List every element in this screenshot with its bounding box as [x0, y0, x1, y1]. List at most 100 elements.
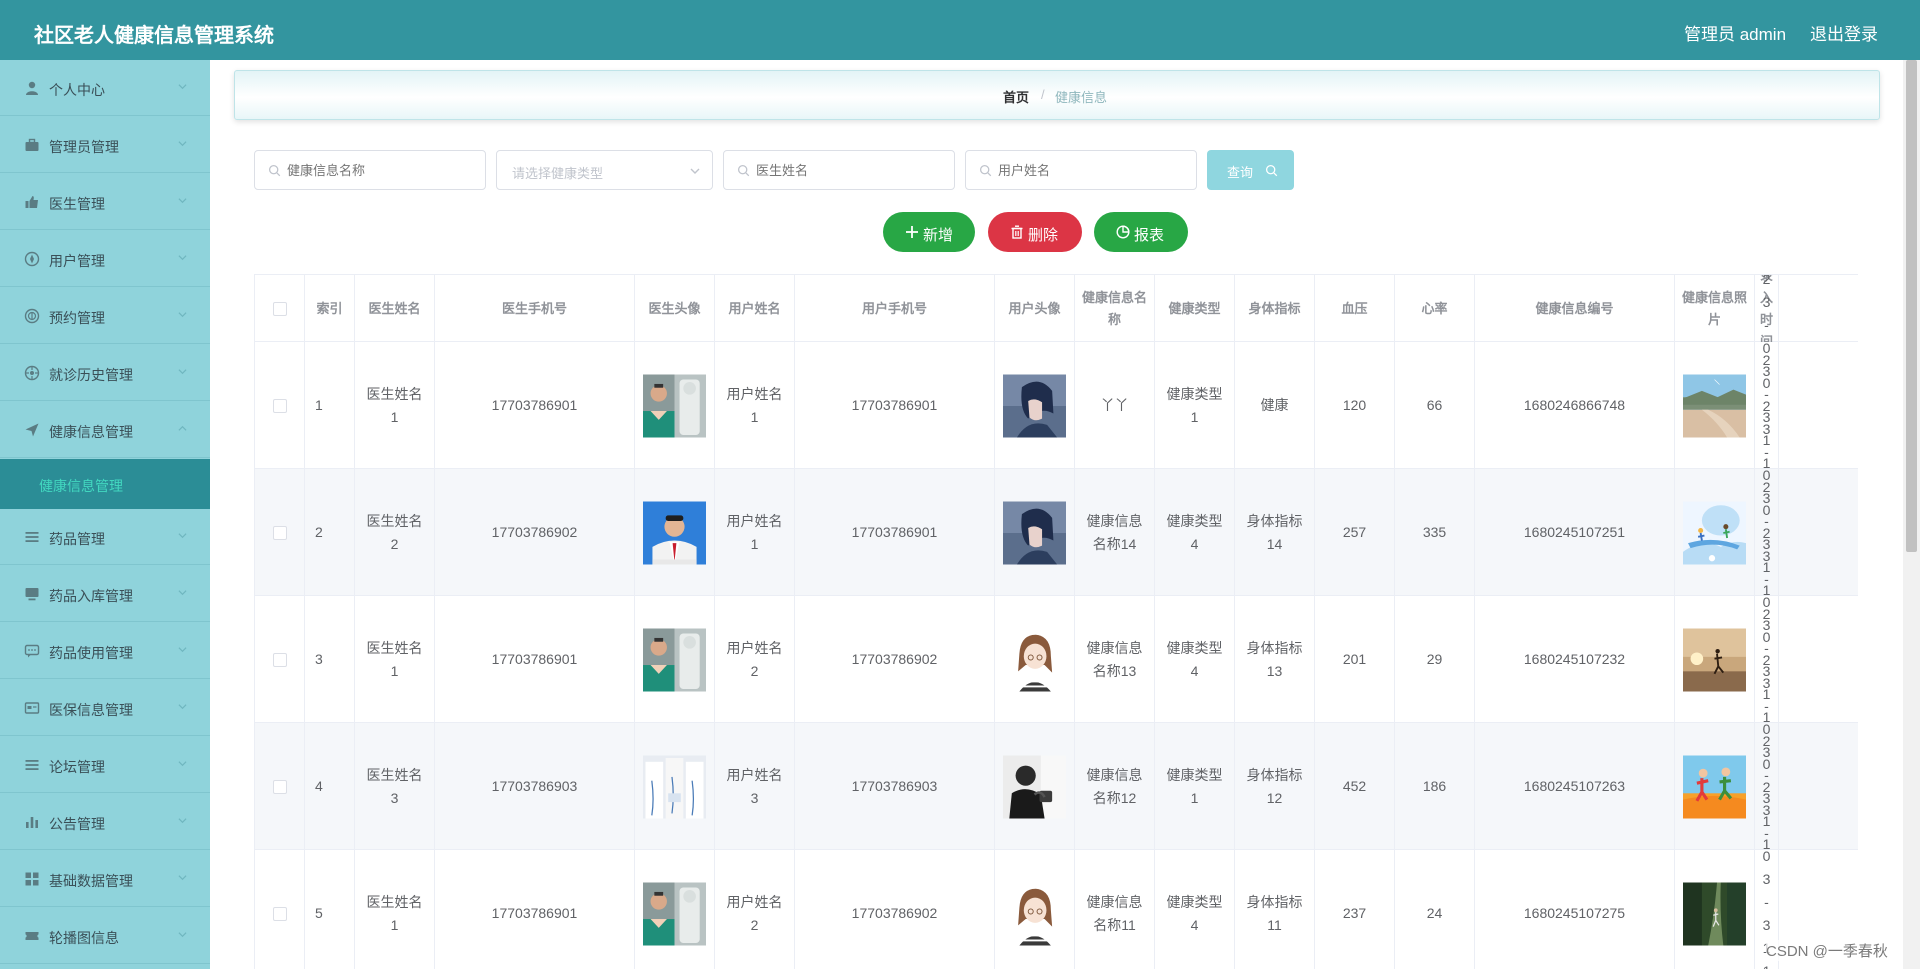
add-button[interactable]: 新增 [883, 212, 975, 252]
table-row[interactable]: 1 医生姓名1 17703786901 用户姓名1 17703786901 丫丫 健康类型1… [255, 275, 1858, 586]
sidebar-item[interactable]: 基础数据管理 [0, 851, 210, 907]
table-cell-user-name: 用户姓名2 [715, 850, 795, 969]
column-header[interactable]: 索引 [305, 275, 355, 342]
table-row[interactable]: 5 医生姓名1 17703786901 用户姓名2 17703786902 健康信息名称1… [255, 733, 1858, 969]
table-cell-info-no: 1680245107251 [1475, 469, 1675, 596]
table-cell-health-type: 健康类型4 [1155, 596, 1235, 723]
table-row[interactable]: 3 医生姓名1 17703786901 用户姓名2 17703786902 健康信息名称1… [255, 479, 1858, 840]
table-cell-index: 5 [305, 850, 355, 969]
column-header[interactable]: 医生头像 [635, 275, 715, 342]
table-cell-info-no: 1680245107232 [1475, 596, 1675, 723]
sidebar-item[interactable]: 医保信息管理 [0, 680, 210, 736]
user-avatar-cell [995, 342, 1075, 469]
column-header[interactable]: 用户手机号 [795, 275, 995, 342]
breadcrumb-current: 健康信息 [1055, 90, 1108, 105]
health-type-select-placeholder: 请选择健康类型 [512, 166, 604, 181]
table-cell-user-phone: 17703786902 [795, 596, 995, 723]
row-select-cell [255, 469, 305, 596]
sidebar-item[interactable]: 就诊历史管理 [0, 345, 210, 401]
column-header[interactable]: 健康信息名称 [1075, 275, 1155, 342]
user-name-search-input[interactable] [998, 163, 1148, 178]
health-name-search-field[interactable] [254, 150, 486, 190]
query-button[interactable]: 查询 [1207, 150, 1294, 190]
sidebar-item[interactable]: 预约管理 [0, 288, 210, 344]
table-cell-body-index: 身体指标14 [1235, 469, 1315, 596]
row-checkbox[interactable] [272, 779, 287, 794]
doctor-name-search-input[interactable] [756, 163, 906, 178]
sidebar-item[interactable]: 个人中心 [0, 60, 210, 116]
sidebar-item-label: 健康信息管理 [49, 424, 133, 440]
table-cell-info-no: 1680245107275 [1475, 850, 1675, 969]
table-cell-heart-rate: 24 [1395, 850, 1475, 969]
doctor-name-search-field[interactable] [723, 150, 955, 190]
sidebar-item[interactable]: 论坛管理 [0, 737, 210, 793]
sidebar-item-label: 医保信息管理 [49, 702, 133, 718]
chevron-down-icon [178, 704, 187, 710]
table-cell-info-name: 健康信息名称11 [1075, 850, 1155, 969]
column-header[interactable]: 用户姓名 [715, 275, 795, 342]
column-header[interactable]: 健康类型 [1155, 275, 1235, 342]
sidebar-item[interactable]: 药品使用管理 [0, 623, 210, 679]
user-name-search-field[interactable] [965, 150, 1197, 190]
doctor-avatar-cell [635, 850, 715, 969]
table-cell-blood-pressure: 257 [1315, 469, 1395, 596]
health-type-select[interactable]: 请选择健康类型 [496, 150, 713, 190]
chat-icon [24, 644, 40, 658]
table-cell-info-name: 健康信息名称12 [1075, 723, 1155, 850]
table-cell-info-no: 1680245107263 [1475, 723, 1675, 850]
row-checkbox[interactable] [272, 652, 287, 667]
row-select-cell [255, 850, 305, 969]
delete-button[interactable]: 删除 [988, 212, 1082, 252]
column-header[interactable]: 心率 [1395, 275, 1475, 342]
doctor-avatar-image [643, 628, 706, 691]
breadcrumb: 首页 / 健康信息 [234, 70, 1880, 120]
doctor-avatar-cell [635, 342, 715, 469]
column-header[interactable]: 医生姓名 [355, 275, 435, 342]
row-checkbox[interactable] [272, 906, 287, 921]
chevron-down-icon [178, 533, 187, 539]
chevron-down-icon [690, 168, 700, 174]
table-row[interactable]: 4 医生姓名3 17703786903 用户姓名3 17703786903 健康信息名称1… [255, 606, 1858, 967]
card-icon [24, 702, 40, 714]
column-header[interactable]: 身体指标 [1235, 275, 1315, 342]
column-header[interactable]: 血压 [1315, 275, 1395, 342]
table-cell-health-type: 健康类型1 [1155, 342, 1235, 469]
sidebar-item[interactable]: 药品管理 [0, 509, 210, 565]
select-all-checkbox[interactable] [272, 301, 287, 316]
doctor-avatar-cell [635, 723, 715, 850]
table-row[interactable]: 2 医生姓名2 17703786902 用户姓名1 17703786901 健康信息名称1… [255, 352, 1858, 713]
column-header[interactable]: 健康信息照片 [1675, 275, 1755, 342]
sidebar-item[interactable]: 管理员管理 [0, 117, 210, 173]
sidebar-item[interactable]: 轮播图信息 [0, 908, 210, 964]
table-cell-index: 3 [305, 596, 355, 723]
sidebar-subitem-active[interactable]: 健康信息管理 [0, 459, 210, 509]
sidebar-item[interactable]: 医生管理 [0, 174, 210, 230]
table-cell-heart-rate: 66 [1395, 342, 1475, 469]
sidebar-item-label: 预约管理 [49, 310, 105, 326]
breadcrumb-home[interactable]: 首页 [1003, 87, 1029, 106]
sidebar-item[interactable]: 公告管理 [0, 794, 210, 850]
report-button[interactable]: 报表 [1094, 212, 1188, 252]
column-header[interactable]: 医生手机号 [435, 275, 635, 342]
row-checkbox[interactable] [272, 525, 287, 540]
sidebar-item[interactable]: 药品入库管理 [0, 566, 210, 622]
bar-chart-icon [26, 817, 38, 828]
delete-button-label: 删除 [1028, 227, 1059, 244]
table-cell-doctor-name: 医生姓名1 [355, 850, 435, 969]
table-cell-doctor-phone: 17703786902 [435, 469, 635, 596]
logout-link[interactable]: 退出登录 [1810, 20, 1878, 45]
query-button-label: 查询 [1227, 165, 1254, 180]
health-photo-image [1683, 882, 1746, 945]
health-name-search-input[interactable] [287, 163, 437, 178]
column-header[interactable]: 用户头像 [995, 275, 1075, 342]
table-cell-user-name: 用户姓名1 [715, 342, 795, 469]
row-checkbox[interactable] [272, 398, 287, 413]
page-scrollbar-thumb[interactable] [1906, 60, 1917, 552]
sidebar-item[interactable]: 健康信息管理 [0, 402, 210, 458]
column-header[interactable]: 健康信息编号 [1475, 275, 1675, 342]
chevron-down-icon [178, 369, 187, 375]
ticket-icon [25, 932, 39, 940]
user-avatar-cell [995, 469, 1075, 596]
table-cell-body-index: 身体指标12 [1235, 723, 1315, 850]
sidebar-item[interactable]: 用户管理 [0, 231, 210, 287]
